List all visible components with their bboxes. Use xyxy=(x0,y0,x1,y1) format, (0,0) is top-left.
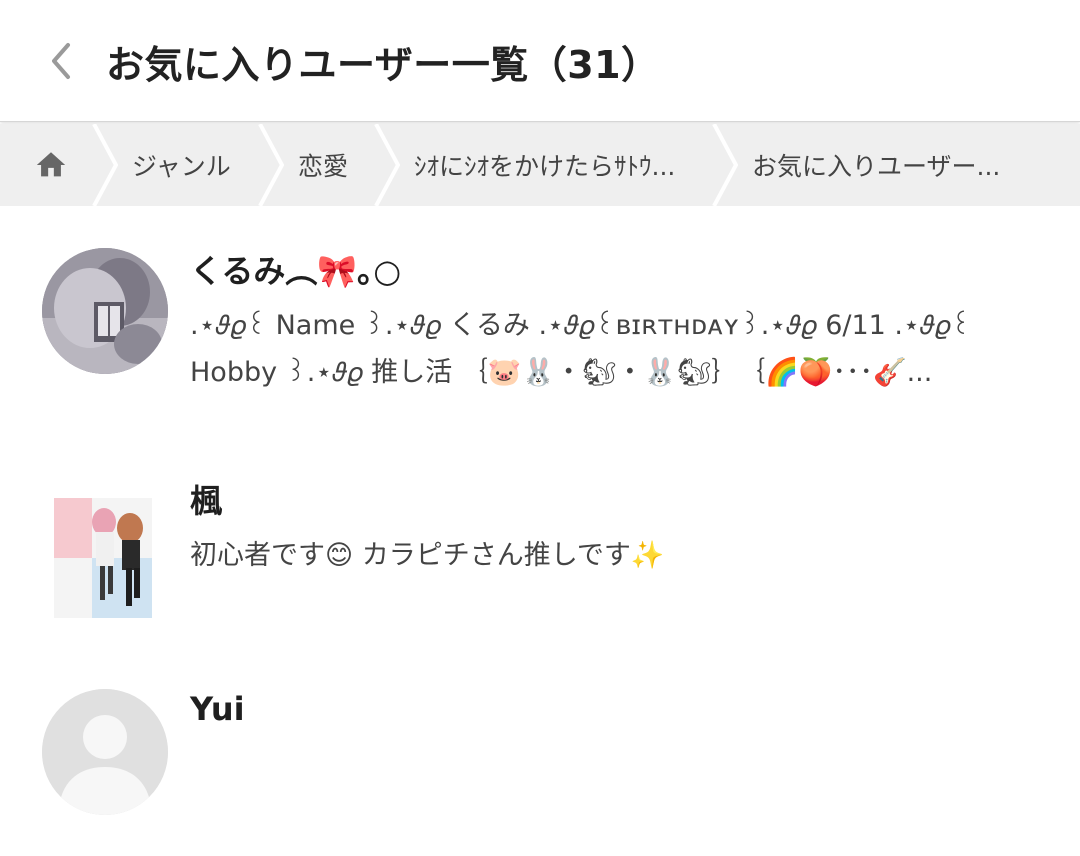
user-bio: .⋆𝜗𝜚꒰ Name ꒱.⋆𝜗𝜚 くるみ .⋆𝜗𝜚꒰ʙɪʀᴛʜᴅᴀʏ꒱.⋆𝜗𝜚 … xyxy=(190,302,1040,396)
chevron-left-icon xyxy=(52,43,70,79)
user-name[interactable]: Yui xyxy=(190,690,245,728)
breadcrumb-separator xyxy=(258,124,284,206)
breadcrumb-item-romance[interactable]: 恋愛 xyxy=(298,124,348,206)
user-bio-line: 初心者です😊 カラピチさん推しです✨ xyxy=(190,540,665,571)
user-bio-line: Hobby ꒱.⋆𝜗𝜚 推し活 ｛🐷🐰・🐿・🐰🐿｝ ｛🌈🍑･･･🎸... xyxy=(190,357,933,388)
user-bio: 初心者です😊 カラピチさん推しです✨ xyxy=(190,532,1040,579)
user-list-item[interactable]: くるみ︵🎀｡○ .⋆𝜗𝜚꒰ Name ꒱.⋆𝜗𝜚 くるみ .⋆𝜗𝜚꒰ʙɪʀᴛʜᴅ… xyxy=(0,206,1080,436)
breadcrumb-item-story[interactable]: ｼｵにｼｵをかけたらｻﾄｳ... xyxy=(414,124,675,206)
user-name[interactable]: 楓 xyxy=(190,476,222,522)
user-bio-line: .⋆𝜗𝜚꒰ Name ꒱.⋆𝜗𝜚 くるみ .⋆𝜗𝜚꒰ʙɪʀᴛʜᴅᴀʏ꒱.⋆𝜗𝜚 … xyxy=(190,310,972,341)
back-button[interactable] xyxy=(38,36,82,86)
breadcrumb-separator xyxy=(712,124,738,206)
user-list-item[interactable]: 楓 初心者です😊 カラピチさん推しです✨ xyxy=(0,436,1080,656)
avatar[interactable] xyxy=(42,689,168,815)
page-title: お気に入りユーザー一覧（31） xyxy=(106,43,660,87)
app-header: お気に入りユーザー一覧（31） xyxy=(0,0,1080,122)
avatar[interactable] xyxy=(42,248,168,374)
home-icon[interactable] xyxy=(34,148,68,182)
avatar[interactable] xyxy=(42,492,168,618)
user-list-item[interactable]: Yui xyxy=(0,656,1080,856)
breadcrumb-separator xyxy=(92,124,118,206)
breadcrumb-separator xyxy=(374,124,400,206)
avatar-image xyxy=(42,248,168,374)
default-avatar-icon xyxy=(42,689,168,815)
user-name[interactable]: くるみ︵🎀｡○ xyxy=(190,246,401,292)
avatar-image xyxy=(54,498,152,618)
breadcrumb-item-favorite-users: お気に入りユーザー... xyxy=(752,152,1001,181)
breadcrumb: ジャンル 恋愛 ｼｵにｼｵをかけたらｻﾄｳ... お気に入りユーザー... xyxy=(0,124,1080,206)
breadcrumb-item-genre[interactable]: ジャンル xyxy=(132,124,231,206)
